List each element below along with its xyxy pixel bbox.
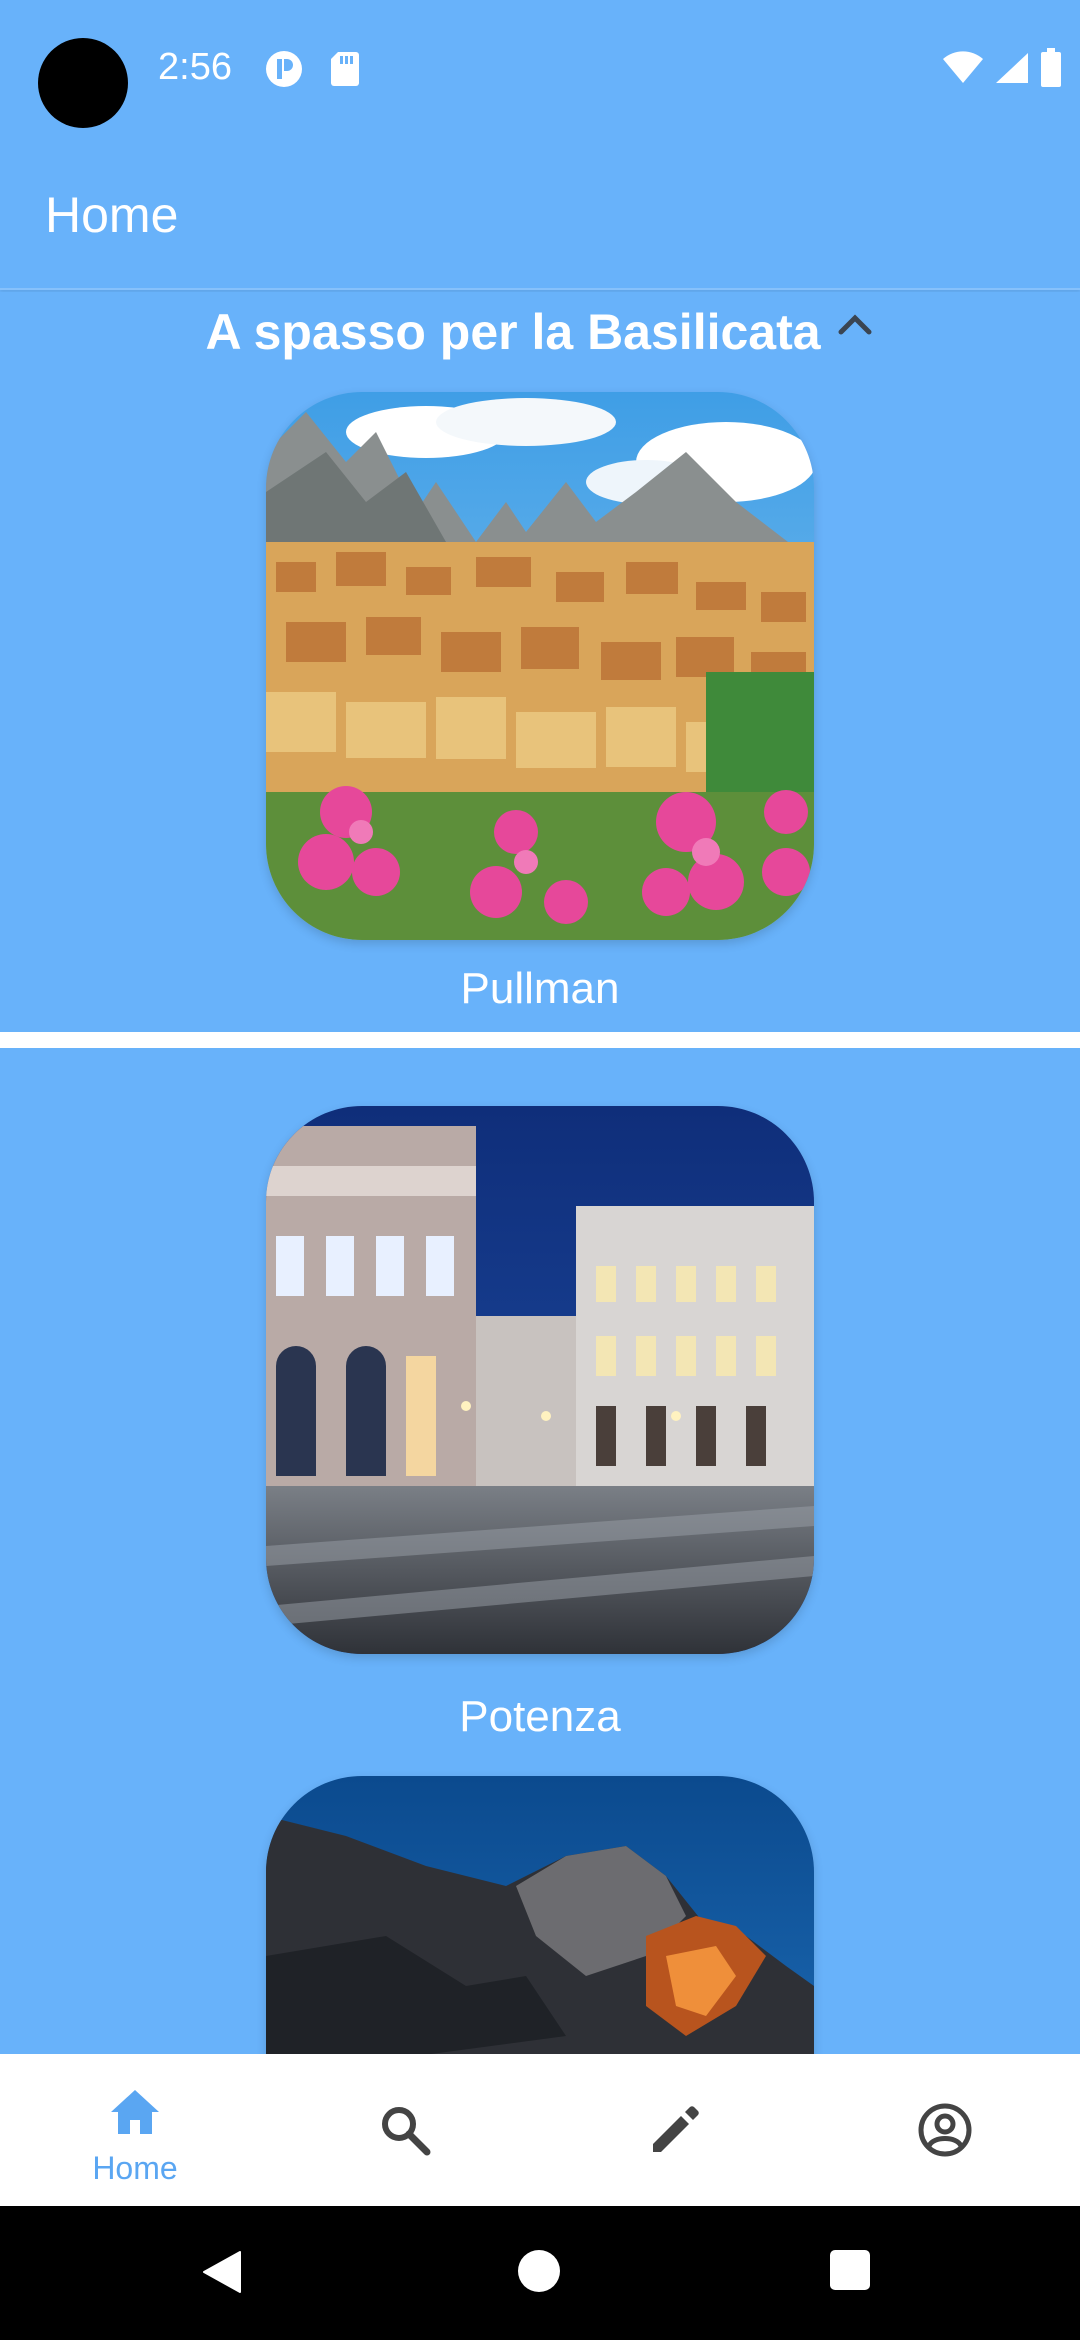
sd-card-icon xyxy=(331,52,359,86)
home-button-icon[interactable] xyxy=(518,2250,560,2292)
nav-label-home: Home xyxy=(92,2150,178,2186)
signal-icon xyxy=(996,53,1028,83)
home-icon xyxy=(111,2090,159,2134)
page-title: Home xyxy=(45,187,179,243)
nav-item-search[interactable] xyxy=(270,2054,540,2206)
chevron-up-icon[interactable] xyxy=(835,308,875,338)
nav-item-home[interactable]: Home xyxy=(0,2054,270,2206)
status-bar: 2:56 xyxy=(0,0,1080,140)
nav-item-edit[interactable] xyxy=(540,2054,810,2206)
card-label-pullman[interactable]: Pullman xyxy=(0,964,1080,1014)
wifi-icon xyxy=(943,51,983,83)
status-right-icons xyxy=(942,48,1062,88)
nav-item-account[interactable] xyxy=(810,2054,1080,2206)
account-circle-icon xyxy=(918,2103,972,2157)
content-list[interactable]: A spasso per la Basilicata Pullman Poten… xyxy=(0,292,1080,2054)
city-square-night-photo[interactable] xyxy=(266,1106,814,1654)
village-mountains-photo[interactable] xyxy=(266,392,814,940)
battery-icon xyxy=(1041,48,1061,87)
section-title: A spasso per la Basilicata xyxy=(205,304,821,360)
app-bar: Home xyxy=(0,140,1080,290)
bottom-nav: Home xyxy=(0,2054,1080,2206)
back-icon[interactable] xyxy=(200,2250,244,2294)
recents-icon[interactable] xyxy=(830,2250,870,2290)
camera-cutout xyxy=(38,38,128,128)
status-time: 2:56 xyxy=(158,46,232,88)
search-icon xyxy=(382,2107,431,2156)
edit-pencil-icon xyxy=(653,2106,699,2152)
rocks-night-photo[interactable] xyxy=(266,1776,814,2054)
card-divider xyxy=(0,1032,1080,1048)
system-nav-bar xyxy=(0,2206,1080,2340)
card-label-potenza[interactable]: Potenza xyxy=(0,1692,1080,1742)
notification-p-icon xyxy=(266,51,302,87)
section-header[interactable]: A spasso per la Basilicata xyxy=(0,292,1080,372)
